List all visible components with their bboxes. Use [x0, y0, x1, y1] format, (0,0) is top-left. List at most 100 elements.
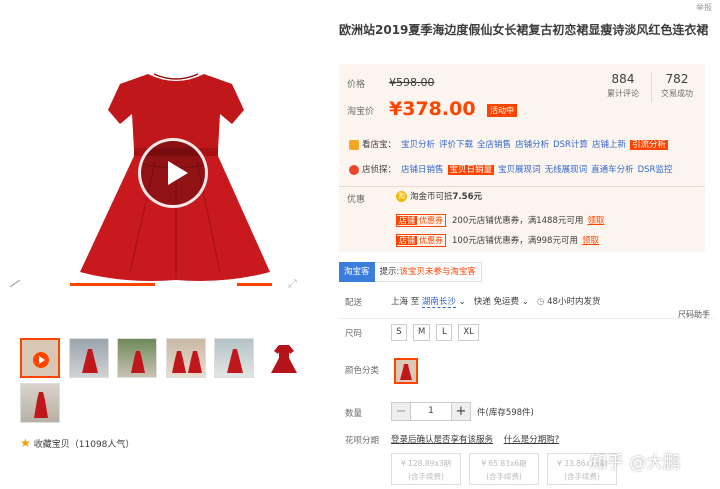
sales-count-stat: 782 交易成功	[661, 72, 693, 99]
tool-link[interactable]: DSR计算	[553, 140, 588, 150]
tool-link[interactable]: 宝贝分析	[401, 140, 435, 150]
play-icon	[33, 352, 49, 368]
collect-label: 收藏宝贝	[33, 440, 70, 450]
claim-coupon-link[interactable]: 领取	[582, 236, 599, 246]
star-icon: ★	[20, 436, 31, 450]
color-option-red[interactable]	[394, 358, 418, 384]
price-box-divider	[339, 186, 705, 187]
login-confirm-link[interactable]: 登录后确认是否享有该服务	[391, 435, 493, 445]
tool-link[interactable]: 评价下载	[439, 140, 473, 150]
taobaoke-notice: 淘宝客 提示:该宝贝未参与淘宝客	[339, 262, 482, 282]
shipping-label: 配送	[345, 298, 363, 308]
diantanzi-toolbar: 店侦探： 店铺日销售 宝贝日销量 宝贝展现词 无线展现词 直通车分析 DSR监控	[349, 163, 676, 175]
size-option-s[interactable]: S	[391, 324, 407, 341]
taobaoke-tag[interactable]: 淘宝客	[339, 262, 375, 282]
fullscreen-expand-icon[interactable]: ⤢	[288, 278, 300, 290]
tool-link[interactable]: 店铺日销售	[401, 165, 444, 175]
tool-link[interactable]: 店铺上新	[592, 140, 626, 150]
promo-label: 优惠	[347, 195, 366, 205]
size-options: S M L XL	[391, 324, 479, 341]
ship-time: 48小时内发货	[547, 297, 601, 307]
thumbnail-video[interactable]	[20, 338, 60, 378]
sale-price: ¥378.00	[389, 98, 476, 120]
plan-fee-note: (含手续费)	[408, 472, 444, 481]
video-progress-bar-end[interactable]	[237, 283, 272, 286]
size-option-l[interactable]: L	[436, 324, 453, 341]
dress-thumb-graphic	[82, 349, 98, 373]
tool-link-highlight[interactable]: 宝贝日销量	[447, 165, 495, 175]
size-option-m[interactable]: M	[413, 324, 431, 341]
product-gallery: ⤢ ★ 收藏宝贝（11098人气）	[0, 0, 335, 489]
dress-thumb-graphic	[34, 392, 48, 418]
section-divider	[339, 318, 714, 319]
coupon-tag-b: 优惠券	[419, 236, 443, 245]
review-count-stat[interactable]: 884 累计评论	[607, 72, 639, 99]
tool-link[interactable]: 全店销售	[477, 140, 511, 150]
size-label: 尺码	[345, 329, 363, 339]
quantity-decrease-button[interactable]: −	[391, 402, 411, 421]
thumbnail-image[interactable]	[69, 338, 109, 378]
quantity-input[interactable]: 1	[411, 402, 451, 421]
coupon-tag: 店铺 优惠券	[396, 234, 446, 247]
promo-active-badge: 活动中	[487, 104, 517, 117]
ship-destination-select[interactable]: 湖南长沙	[421, 297, 456, 308]
coupon-tag-a: 店铺	[397, 236, 417, 245]
ship-origin: 上海 至	[391, 297, 420, 307]
size-option-xl[interactable]: XL	[458, 324, 479, 341]
installment-label: 花呗分期	[345, 436, 380, 446]
taobaoke-tip: 提示:该宝贝未参与淘宝客	[374, 262, 482, 282]
zhihu-watermark: 知乎 @大鹏	[590, 453, 681, 473]
main-product-image[interactable]	[20, 22, 325, 322]
tool-link[interactable]: 宝贝展现词	[498, 165, 541, 175]
coupon-row: 店铺 优惠券 100元店铺优惠券，满998元可用 领取	[396, 234, 599, 247]
tool-link[interactable]: 店铺分析	[515, 140, 549, 150]
quantity-stepper: − 1 + 件(库存598件)	[391, 402, 534, 421]
kandianbao-label: 看店宝：	[362, 140, 397, 150]
claim-coupon-link[interactable]: 领取	[587, 216, 604, 226]
thumbnail-image[interactable]	[214, 338, 254, 378]
quantity-label: 数量	[345, 409, 363, 419]
video-progress-bar[interactable]	[70, 283, 155, 286]
review-count: 884	[611, 72, 635, 86]
thumbnail-image[interactable]	[166, 338, 206, 378]
product-title: 欧洲站2019夏季海边度假仙女长裙复古初恋裙显瘦诗淡风红色连衣裙	[339, 23, 709, 37]
plan-amount: ¥ 128.89x3期	[400, 459, 452, 468]
thumbnail-image[interactable]	[263, 338, 303, 378]
dress-swatch-graphic	[396, 360, 416, 382]
gallery-prev-icon[interactable]	[9, 279, 21, 288]
taojinbi-row: 淘淘金币可抵7.56元	[396, 190, 482, 202]
sales-count: 782	[665, 72, 689, 86]
chevron-down-icon[interactable]: ⌄	[522, 297, 529, 307]
price-box: 价格 ¥598.00 884 累计评论 782 交易成功 淘宝价 ¥378.00…	[339, 64, 705, 252]
coupon-text: 200元店铺优惠券，满1488元可用	[452, 216, 584, 226]
dress-thumb-graphic	[172, 351, 202, 373]
installment-links: 登录后确认是否享有该服务 什么是分期购?	[391, 433, 567, 445]
chevron-down-icon[interactable]: ⌄	[459, 297, 466, 307]
kandianbao-icon	[349, 139, 359, 150]
coupon-text: 100元店铺优惠券，满998元可用	[452, 236, 578, 246]
tool-link[interactable]: 直通车分析	[591, 165, 634, 175]
kandianbao-toolbar: 看店宝： 宝贝分析 评价下载 全店销售 店铺分析 DSR计算 店铺上新 引流分析	[349, 138, 672, 150]
tip-warning: 该宝贝未参与淘宝客	[399, 267, 476, 277]
video-play-button[interactable]	[138, 138, 208, 208]
thumbnail-image[interactable]	[117, 338, 157, 378]
tool-link-highlight[interactable]: 引流分析	[629, 140, 668, 150]
tool-link[interactable]: DSR监控	[638, 165, 673, 175]
coupon-tag-a: 店铺	[397, 216, 417, 225]
collect-count: （11098人气）	[69, 440, 135, 450]
quantity-increase-button[interactable]: +	[451, 402, 471, 421]
coupon-row: 店铺 优惠券 200元店铺优惠券，满1488元可用 领取	[396, 214, 604, 227]
review-caption: 累计评论	[607, 89, 639, 98]
dress-thumb-graphic	[227, 349, 243, 373]
installment-plan-3[interactable]: ¥ 128.89x3期 (含手续费)	[391, 453, 461, 485]
coin-text: 淘金币可抵	[410, 192, 453, 202]
tool-link[interactable]: 无线展现词	[545, 165, 588, 175]
thumbnail-image[interactable]	[20, 383, 60, 423]
dress-thumb-graphic	[131, 351, 145, 373]
diantanzi-label: 店侦探：	[362, 165, 397, 175]
clock-icon: ◷	[537, 297, 545, 307]
what-is-installment-link[interactable]: 什么是分期购?	[504, 435, 560, 445]
collect-item-link[interactable]: ★ 收藏宝贝（11098人气）	[20, 436, 134, 450]
installment-plan-6[interactable]: ¥ 65.83x6期 (含手续费)	[469, 453, 539, 485]
product-info-panel: 欧洲站2019夏季海边度假仙女长裙复古初恋裙显瘦诗淡风红色连衣裙 价格 ¥598…	[339, 0, 714, 489]
